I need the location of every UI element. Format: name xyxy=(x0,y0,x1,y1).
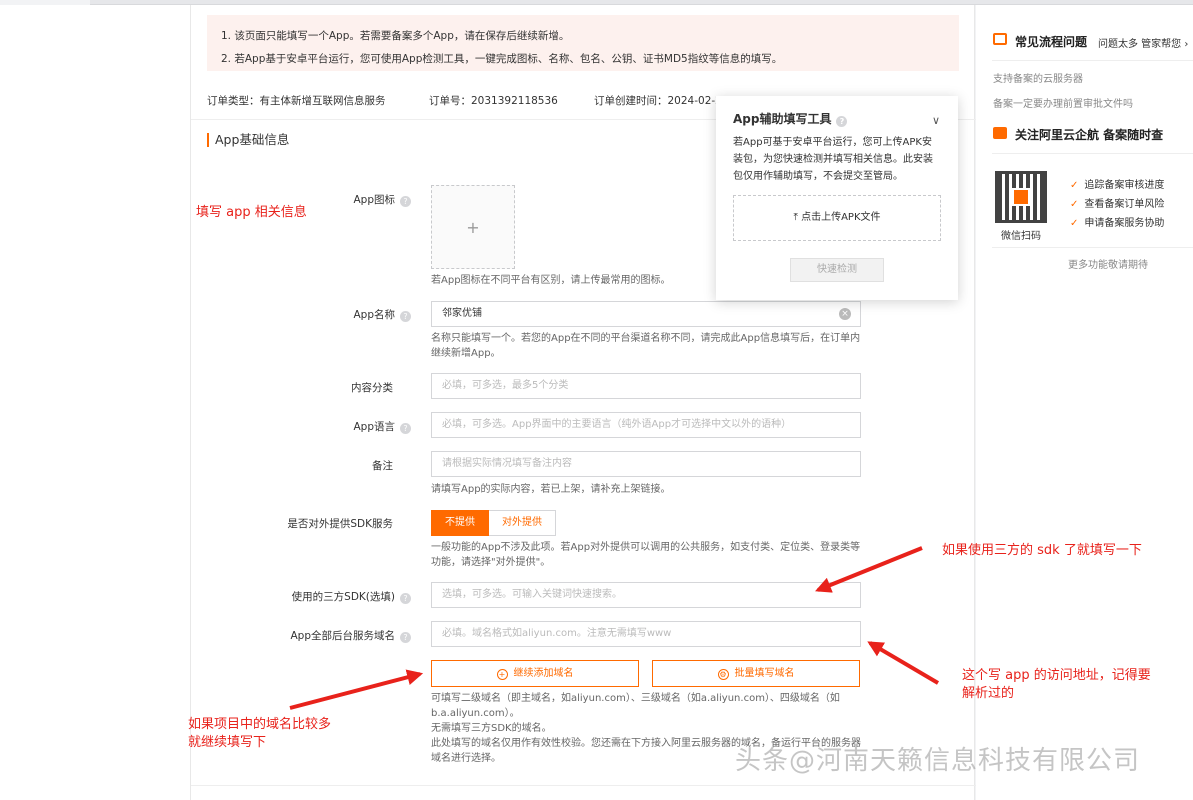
domain-hint-1: 可填写二级域名（即主域名，如aliyun.com）、三级域名（如a.aliyun… xyxy=(431,693,840,719)
check-icon: ✓ xyxy=(1070,180,1079,191)
third-sdk-label: 使用的三方SDK(选填)? xyxy=(211,589,411,604)
divider xyxy=(191,785,976,786)
sdk-service-label: 是否对外提供SDK服务 xyxy=(287,518,393,530)
remark-input[interactable]: 请根据实际情况填写备注内容 xyxy=(431,451,861,477)
chevron-down-icon[interactable]: ∨ xyxy=(932,114,940,127)
quick-detect-button[interactable]: 快速检测 xyxy=(790,258,884,282)
app-icon-uploader[interactable]: + xyxy=(431,185,515,269)
follow-title: 关注阿里云企航 备案随时查 xyxy=(1015,128,1164,142)
popover-text: 若App可基于安卓平台运行，您可上传APK安装包，为您快速检测并填写相关信息。此… xyxy=(733,137,933,182)
app-helper-popover: App辅助填写工具? ∨ 若App可基于安卓平台运行，您可上传APK安装包，为您… xyxy=(716,96,958,300)
upload-icon: ⤒ xyxy=(793,212,802,223)
app-name-hint: 名称只能填写一个。若您的App在不同的平台渠道名称不同，请完成此App信息填写后… xyxy=(431,333,861,359)
help-icon[interactable]: ? xyxy=(400,423,411,434)
sdk-no-option[interactable]: 不提供 xyxy=(431,510,489,536)
category-select[interactable]: 必填，可多选，最多5个分类 xyxy=(431,373,861,399)
sdk-service-toggle: 不提供 对外提供 xyxy=(431,510,556,536)
gear-icon: ⚙ xyxy=(717,669,729,680)
annotation-more-domain: 如果项目中的域名比较多 就继续填写下 xyxy=(188,717,332,750)
domain-hint-2: 无需填写三方SDK的域名。 xyxy=(431,723,552,734)
order-created-time: 订单创建时间：2024-02-2 xyxy=(594,95,722,107)
qr-logo xyxy=(1012,188,1030,206)
language-label: App语言? xyxy=(211,419,411,434)
notice-line-2: 2. 若App基于安卓平台运行，您可使用App检测工具，一键完成图标、名称、包名… xyxy=(221,53,783,65)
left-gutter xyxy=(0,5,190,800)
app-name-input[interactable]: 邻家优铺 × xyxy=(431,301,861,327)
check-icon: ✓ xyxy=(1070,199,1079,210)
help-icon[interactable]: ? xyxy=(400,311,411,322)
help-icon[interactable]: ? xyxy=(836,116,848,127)
remark-hint: 请填写App的实际内容，若已上架，请补充上架链接。 xyxy=(431,484,671,495)
help-icon[interactable]: ? xyxy=(400,593,411,604)
sdk-yes-option[interactable]: 对外提供 xyxy=(489,510,556,536)
third-sdk-select[interactable]: 选填，可多选。可输入关键词快速搜索。 xyxy=(431,582,861,608)
divider xyxy=(992,60,1193,61)
app-name-label: App名称? xyxy=(211,307,411,322)
notice-box: 1. 该页面只能填写一个App。若需要备案多个App，请在保存后继续新增。 2.… xyxy=(207,15,959,71)
domain-label: App全部后台服务域名? xyxy=(211,628,411,643)
plus-circle-icon: + xyxy=(496,669,508,680)
notice-line-1: 1. 该页面只能填写一个App。若需要备案多个App，请在保存后继续新增。 xyxy=(221,30,570,42)
more-features-text: 更多功能敬请期待 xyxy=(1068,260,1148,271)
batch-domain-button[interactable]: ⚙ 批量填写域名 xyxy=(652,660,860,687)
aliyun-icon xyxy=(993,127,1007,139)
remark-label: 备注 xyxy=(372,460,393,472)
qr-caption: 微信扫码 xyxy=(1001,231,1041,242)
apk-upload-button[interactable]: ⤒ 点击上传APK文件 xyxy=(733,195,941,241)
annotation-sdk: 如果使用三方的 sdk 了就填写一下 xyxy=(942,543,1142,558)
divider xyxy=(992,247,1193,248)
check-icon: ✓ xyxy=(1070,218,1079,229)
faq-link-2[interactable]: 备案一定要办理前置审批文件吗 xyxy=(993,95,1133,110)
clear-icon[interactable]: × xyxy=(839,308,851,320)
section-title: App基础信息 xyxy=(207,133,289,147)
feature-item: ✓ 申请备案服务协助 xyxy=(1070,218,1165,229)
help-icon[interactable]: ? xyxy=(400,632,411,643)
domain-input[interactable]: 必填。域名格式如aliyun.com。注意无需填写www xyxy=(431,621,861,647)
add-domain-button[interactable]: + 继续添加域名 xyxy=(431,660,639,687)
order-type: 订单类型：有主体新增互联网信息服务 xyxy=(207,95,386,107)
category-label: 内容分类 xyxy=(351,382,393,394)
feature-item: ✓ 查看备案订单风险 xyxy=(1070,199,1165,210)
popover-title: App辅助填写工具? xyxy=(733,110,941,127)
help-icon[interactable]: ? xyxy=(400,196,411,207)
faq-more-link[interactable]: 问题太多 管家帮您 › xyxy=(1098,35,1188,50)
watermark: 头条@河南天籁信息科技有限公司 xyxy=(735,746,1141,776)
annotation-domain: 这个写 app 的访问地址，记得要 解析过的 xyxy=(962,668,1151,701)
feature-item: ✓ 追踪备案审核进度 xyxy=(1070,180,1165,191)
faq-title: 常见流程问题 xyxy=(1015,35,1088,49)
faq-link-1[interactable]: 支持备案的云服务器 xyxy=(993,70,1083,85)
sdk-hint: 一般功能的App不涉及此项。若App对外提供可以调用的公共服务，如支付类、定位类… xyxy=(431,542,861,568)
order-number: 订单号：2031392118536 xyxy=(429,95,558,107)
annotation-app-info: 填写 app 相关信息 xyxy=(196,205,307,220)
chat-icon xyxy=(993,33,1007,45)
divider xyxy=(992,153,1193,154)
language-select[interactable]: 必填，可多选。App界面中的主要语言（纯外语App才可选择中文以外的语种） xyxy=(431,412,861,438)
